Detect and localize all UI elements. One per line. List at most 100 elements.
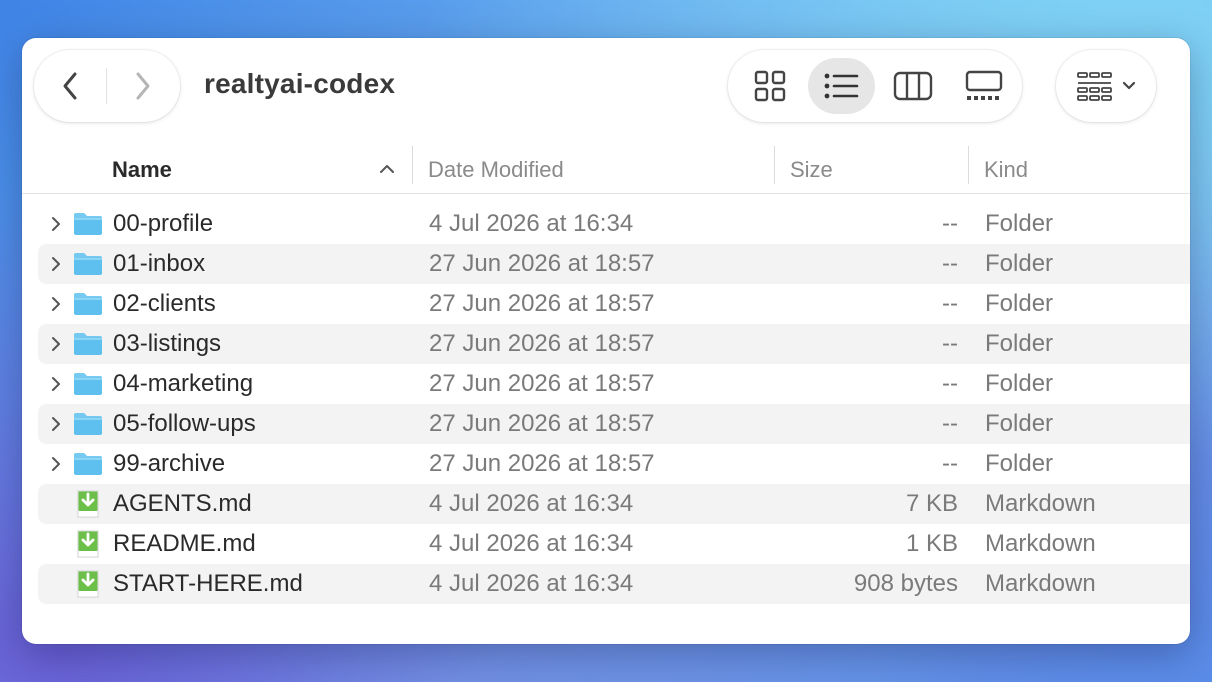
column-view-button[interactable]	[879, 58, 947, 114]
chevron-down-icon	[1122, 81, 1136, 90]
file-date-modified: 27 Jun 2026 at 18:57	[429, 370, 655, 397]
disclosure-triangle[interactable]	[48, 324, 64, 364]
disclosure-triangle[interactable]	[48, 284, 64, 324]
group-by-button[interactable]	[1056, 50, 1156, 122]
file-date-modified: 4 Jul 2026 at 16:34	[429, 210, 634, 237]
folder-icon	[72, 404, 104, 444]
file-kind: Folder	[985, 210, 1054, 237]
file-kind: Folder	[985, 370, 1054, 397]
file-size: --	[942, 330, 958, 357]
file-date-modified: 27 Jun 2026 at 18:57	[429, 450, 655, 477]
back-button[interactable]	[34, 50, 106, 122]
file-date-modified: 27 Jun 2026 at 18:57	[429, 410, 655, 437]
chevron-left-icon	[63, 72, 77, 100]
gallery-icon	[966, 70, 1003, 100]
sort-ascending-icon[interactable]	[378, 160, 396, 178]
forward-button[interactable]	[107, 50, 179, 122]
file-size: 908 bytes	[853, 570, 958, 597]
markdown-file-icon	[72, 484, 104, 524]
file-row[interactable]: README.md 4 Jul 2026 at 16:34 1 KB Markdown	[38, 524, 1190, 564]
file-name: 00-profile	[113, 210, 214, 237]
file-kind: Folder	[985, 410, 1054, 437]
file-row[interactable]: START-HERE.md 4 Jul 2026 at 16:34 908 byte…	[38, 564, 1190, 604]
disclosure-triangle[interactable]	[48, 444, 64, 484]
finder-window: realtyai-codex Name Date Modified Size K…	[22, 38, 1190, 644]
file-name: 01-inbox	[113, 250, 206, 277]
folder-icon	[72, 284, 104, 324]
file-name: README.md	[113, 530, 256, 557]
disclosure-triangle[interactable]	[48, 244, 64, 284]
chevron-right-icon	[52, 457, 60, 471]
view-switcher	[728, 50, 1022, 122]
folder-icon	[72, 244, 104, 284]
file-kind: Folder	[985, 250, 1054, 277]
file-size: --	[942, 290, 958, 317]
chevron-right-icon	[52, 417, 60, 431]
column-separator[interactable]	[968, 146, 969, 184]
file-kind: Folder	[985, 290, 1054, 317]
file-name: 03-listings	[113, 330, 222, 357]
chevron-right-icon	[52, 297, 60, 311]
group-grid-icon	[1077, 72, 1112, 101]
file-name: START-HERE.md	[113, 570, 303, 597]
file-row[interactable]: 02-clients 27 Jun 2026 at 18:57 -- Folder	[38, 284, 1190, 324]
window-title: realtyai-codex	[204, 68, 396, 99]
icon-view-button[interactable]	[736, 58, 804, 114]
chevron-right-icon	[52, 257, 60, 271]
file-kind: Markdown	[985, 490, 1096, 517]
file-kind: Folder	[985, 450, 1054, 477]
file-row[interactable]: 04-marketing 27 Jun 2026 at 18:57 -- Folder	[38, 364, 1190, 404]
file-date-modified: 27 Jun 2026 at 18:57	[429, 250, 655, 277]
column-header-size[interactable]: Size	[790, 146, 833, 194]
file-size: 1 KB	[905, 530, 958, 557]
file-row[interactable]: 00-profile 4 Jul 2026 at 16:34 -- Folder	[38, 204, 1190, 244]
column-header-date[interactable]: Date Modified	[428, 146, 564, 194]
file-size: --	[942, 410, 958, 437]
file-row[interactable]: 99-archive 27 Jun 2026 at 18:57 -- Folder	[38, 444, 1190, 484]
file-date-modified: 27 Jun 2026 at 18:57	[429, 290, 655, 317]
navigation-buttons	[34, 50, 180, 122]
file-size: --	[942, 370, 958, 397]
column-header-name[interactable]: Name	[112, 146, 412, 194]
chevron-right-icon	[52, 337, 60, 351]
file-name: AGENTS.md	[113, 490, 252, 517]
list-icon	[824, 73, 859, 99]
file-date-modified: 27 Jun 2026 at 18:57	[429, 330, 655, 357]
file-row[interactable]: 03-listings 27 Jun 2026 at 18:57 -- Folder	[38, 324, 1190, 364]
list-view-button[interactable]	[807, 58, 875, 114]
disclosure-triangle[interactable]	[48, 404, 64, 444]
column-separator[interactable]	[774, 146, 775, 184]
folder-icon	[72, 444, 104, 484]
file-kind: Markdown	[985, 530, 1096, 557]
file-name: 04-marketing	[113, 370, 254, 397]
file-kind: Folder	[985, 330, 1054, 357]
chevron-right-icon	[136, 72, 150, 100]
file-name: 05-follow-ups	[113, 410, 256, 437]
file-size: --	[942, 210, 958, 237]
file-name: 99-archive	[113, 450, 226, 477]
grid-icon	[754, 70, 785, 102]
file-date-modified: 4 Jul 2026 at 16:34	[429, 530, 634, 557]
chevron-right-icon	[52, 217, 60, 231]
file-list: 00-profile 4 Jul 2026 at 16:34 -- Folder 01-…	[38, 204, 1190, 604]
file-row[interactable]: AGENTS.md 4 Jul 2026 at 16:34 7 KB Markdown	[38, 484, 1190, 524]
column-header-kind[interactable]: Kind	[984, 146, 1028, 194]
disclosure-triangle[interactable]	[48, 364, 64, 404]
file-kind: Markdown	[985, 570, 1096, 597]
file-name: 02-clients	[113, 290, 216, 317]
markdown-file-icon	[72, 564, 104, 604]
folder-icon	[72, 364, 104, 404]
gallery-view-button[interactable]	[951, 58, 1019, 114]
column-separator[interactable]	[412, 146, 413, 184]
columns-icon	[893, 71, 932, 101]
markdown-file-icon	[72, 524, 104, 564]
file-size: --	[942, 250, 958, 277]
column-header: Name Date Modified Size Kind	[22, 146, 1190, 194]
folder-icon	[72, 204, 104, 244]
file-date-modified: 4 Jul 2026 at 16:34	[429, 490, 634, 517]
file-date-modified: 4 Jul 2026 at 16:34	[429, 570, 634, 597]
file-row[interactable]: 05-follow-ups 27 Jun 2026 at 18:57 -- Folde…	[38, 404, 1190, 444]
file-row[interactable]: 01-inbox 27 Jun 2026 at 18:57 -- Folder	[38, 244, 1190, 284]
disclosure-triangle[interactable]	[48, 204, 64, 244]
chevron-right-icon	[52, 377, 60, 391]
